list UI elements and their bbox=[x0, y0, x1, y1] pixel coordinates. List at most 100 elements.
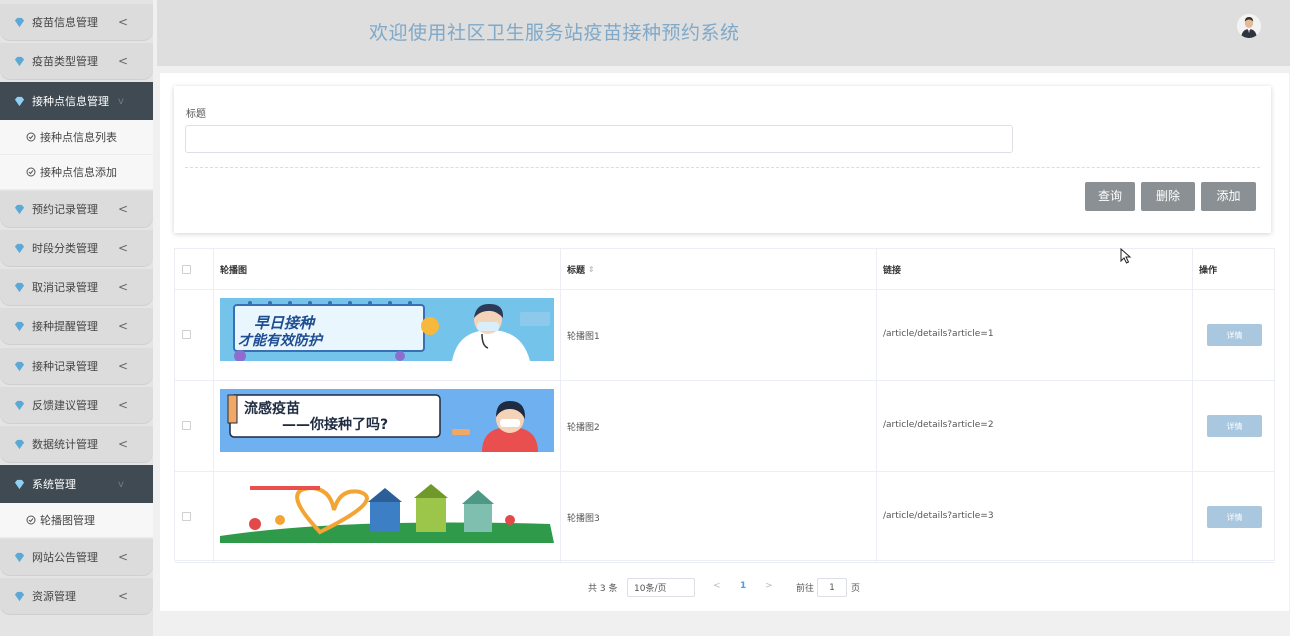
sidebar-item-label: 接种记录管理 bbox=[32, 360, 98, 373]
row-link: /article/details?article=2 bbox=[883, 420, 994, 430]
sidebar-item-system[interactable]: 系统管理 v bbox=[0, 465, 153, 503]
next-page-button[interactable]: > bbox=[765, 581, 773, 591]
row-title: 轮播图1 bbox=[567, 332, 600, 342]
row-checkbox[interactable] bbox=[182, 330, 191, 339]
page-size-select[interactable]: 10条/页 bbox=[627, 578, 695, 597]
detail-button[interactable]: 详情 bbox=[1207, 324, 1262, 346]
sidebar-item-vaccination-record[interactable]: 接种记录管理 < bbox=[0, 348, 153, 384]
row-link: /article/details?article=3 bbox=[883, 511, 994, 521]
sidebar-item-label: 疫苗类型管理 bbox=[32, 55, 98, 68]
banner-line-2: 才能有效防护 bbox=[238, 332, 324, 349]
diamond-icon bbox=[14, 17, 25, 27]
sidebar-subitem-label: 接种点信息列表 bbox=[40, 131, 117, 144]
diamond-icon bbox=[14, 552, 25, 562]
sidebar-item-reminder[interactable]: 接种提醒管理 < bbox=[0, 308, 153, 344]
mouse-cursor-icon bbox=[1120, 248, 1132, 264]
sidebar-item-label: 反馈建议管理 bbox=[32, 399, 98, 412]
diamond-icon bbox=[14, 400, 25, 410]
table-header: 轮播图 标题 ⇕ 链接 操作 bbox=[175, 249, 1274, 290]
banner-image-3 bbox=[220, 480, 554, 543]
row-checkbox[interactable] bbox=[182, 421, 191, 430]
detail-button[interactable]: 详情 bbox=[1207, 506, 1262, 528]
sidebar-item-timeslot[interactable]: 时段分类管理 < bbox=[0, 230, 153, 266]
header-title[interactable]: 标题 ⇕ bbox=[567, 263, 595, 276]
row-link: /article/details?article=1 bbox=[883, 329, 994, 339]
sidebar-item-feedback[interactable]: 反馈建议管理 < bbox=[0, 387, 153, 423]
sidebar-item-label: 网站公告管理 bbox=[32, 551, 98, 564]
chevron-left-icon: < bbox=[118, 241, 129, 255]
check-circle-icon bbox=[26, 515, 36, 525]
goto-page-input[interactable]: 1 bbox=[817, 578, 847, 597]
sidebar-subitem-site-list[interactable]: 接种点信息列表 bbox=[0, 120, 153, 155]
pagination: 共 3 条 10条/页 < 1 > 前往 1 页 bbox=[160, 576, 1289, 598]
carousel-image: 早日接种 才能有效防护 bbox=[220, 298, 554, 361]
add-button[interactable]: 添加 bbox=[1201, 182, 1256, 211]
sidebar-item-appointment[interactable]: 预约记录管理 < bbox=[0, 191, 153, 227]
header-link: 链接 bbox=[883, 266, 902, 276]
sidebar-subitem-site-add[interactable]: 接种点信息添加 bbox=[0, 155, 153, 190]
chevron-left-icon: < bbox=[118, 359, 129, 373]
sort-icon[interactable]: ⇕ bbox=[588, 265, 595, 274]
banner-line-2: ——你接种了吗? bbox=[282, 416, 388, 433]
title-search-input[interactable] bbox=[185, 125, 1013, 153]
chevron-left-icon: < bbox=[118, 319, 129, 333]
page-number-current[interactable]: 1 bbox=[740, 581, 746, 591]
main-panel: 标题 查询 删除 添加 轮播图 标题 ⇕ 链接 操作 早日接种 才能有效防护 轮… bbox=[160, 73, 1289, 611]
table-row: 轮播图3 /article/details?article=3 详情 bbox=[175, 472, 1274, 563]
header-image: 轮播图 bbox=[220, 266, 248, 276]
diamond-icon bbox=[14, 591, 25, 601]
detail-button[interactable]: 详情 bbox=[1207, 415, 1262, 437]
banner-line-1: 流感疫苗 bbox=[244, 400, 300, 417]
sidebar-item-label: 数据统计管理 bbox=[32, 438, 98, 451]
prev-page-button[interactable]: < bbox=[713, 581, 721, 591]
delete-button[interactable]: 删除 bbox=[1141, 182, 1195, 211]
check-circle-icon bbox=[26, 132, 36, 142]
top-header: 欢迎使用社区卫生服务站疫苗接种预约系统 bbox=[157, 0, 1290, 66]
row-checkbox[interactable] bbox=[182, 512, 191, 521]
check-circle-icon bbox=[26, 167, 36, 177]
title-filter-label: 标题 bbox=[186, 109, 206, 120]
sidebar-item-label: 接种提醒管理 bbox=[32, 320, 98, 333]
diamond-icon bbox=[14, 321, 25, 331]
chevron-down-icon: v bbox=[118, 478, 124, 490]
sidebar-subitem-carousel[interactable]: 轮播图管理 bbox=[0, 503, 153, 538]
diamond-icon bbox=[14, 96, 25, 106]
sidebar-item-label: 疫苗信息管理 bbox=[32, 16, 98, 29]
select-all-checkbox[interactable] bbox=[182, 265, 191, 274]
table-row: 流感疫苗 ——你接种了吗? 轮播图2 /article/details?arti… bbox=[175, 381, 1274, 472]
chevron-left-icon: < bbox=[118, 15, 129, 29]
sidebar-item-label: 时段分类管理 bbox=[32, 242, 98, 255]
goto-suffix: 页 bbox=[851, 584, 861, 594]
sidebar: 疫苗信息管理 < 疫苗类型管理 < 接种点信息管理 v 接种点信息列表 接种点信… bbox=[0, 0, 153, 636]
banner-image-2: 流感疫苗 ——你接种了吗? bbox=[220, 389, 554, 452]
chevron-left-icon: < bbox=[118, 54, 129, 68]
page-title: 欢迎使用社区卫生服务站疫苗接种预约系统 bbox=[369, 22, 740, 44]
goto-prefix: 前往 bbox=[796, 584, 815, 594]
carousel-image: 流感疫苗 ——你接种了吗? bbox=[220, 389, 554, 452]
total-count: 共 3 条 bbox=[588, 584, 618, 594]
sidebar-item-cancel[interactable]: 取消记录管理 < bbox=[0, 269, 153, 305]
divider bbox=[185, 167, 1260, 168]
sidebar-item-vaccine-type[interactable]: 疫苗类型管理 < bbox=[0, 43, 153, 79]
diamond-icon bbox=[14, 479, 25, 489]
diamond-icon bbox=[14, 361, 25, 371]
row-title: 轮播图2 bbox=[567, 423, 600, 433]
chevron-left-icon: < bbox=[118, 202, 129, 216]
carousel-image bbox=[220, 480, 554, 543]
sidebar-item-statistics[interactable]: 数据统计管理 < bbox=[0, 426, 153, 462]
sidebar-item-vaccine-info[interactable]: 疫苗信息管理 < bbox=[0, 4, 153, 40]
search-form: 标题 查询 删除 添加 bbox=[174, 86, 1271, 233]
chevron-left-icon: < bbox=[118, 280, 129, 294]
header-title-label: 标题 bbox=[567, 266, 586, 276]
chevron-left-icon: < bbox=[118, 398, 129, 412]
banner-image-1: 早日接种 才能有效防护 bbox=[220, 298, 554, 361]
avatar[interactable] bbox=[1237, 14, 1261, 38]
sidebar-item-announcement[interactable]: 网站公告管理 < bbox=[0, 539, 153, 575]
sidebar-subitem-label: 轮播图管理 bbox=[40, 514, 95, 527]
sidebar-item-vaccination-site[interactable]: 接种点信息管理 v bbox=[0, 82, 153, 120]
sidebar-item-label: 系统管理 bbox=[32, 478, 76, 491]
sidebar-item-resource[interactable]: 资源管理 < bbox=[0, 578, 153, 614]
query-button[interactable]: 查询 bbox=[1085, 182, 1135, 211]
chevron-left-icon: < bbox=[118, 589, 129, 603]
sidebar-item-label: 接种点信息管理 bbox=[32, 95, 109, 108]
